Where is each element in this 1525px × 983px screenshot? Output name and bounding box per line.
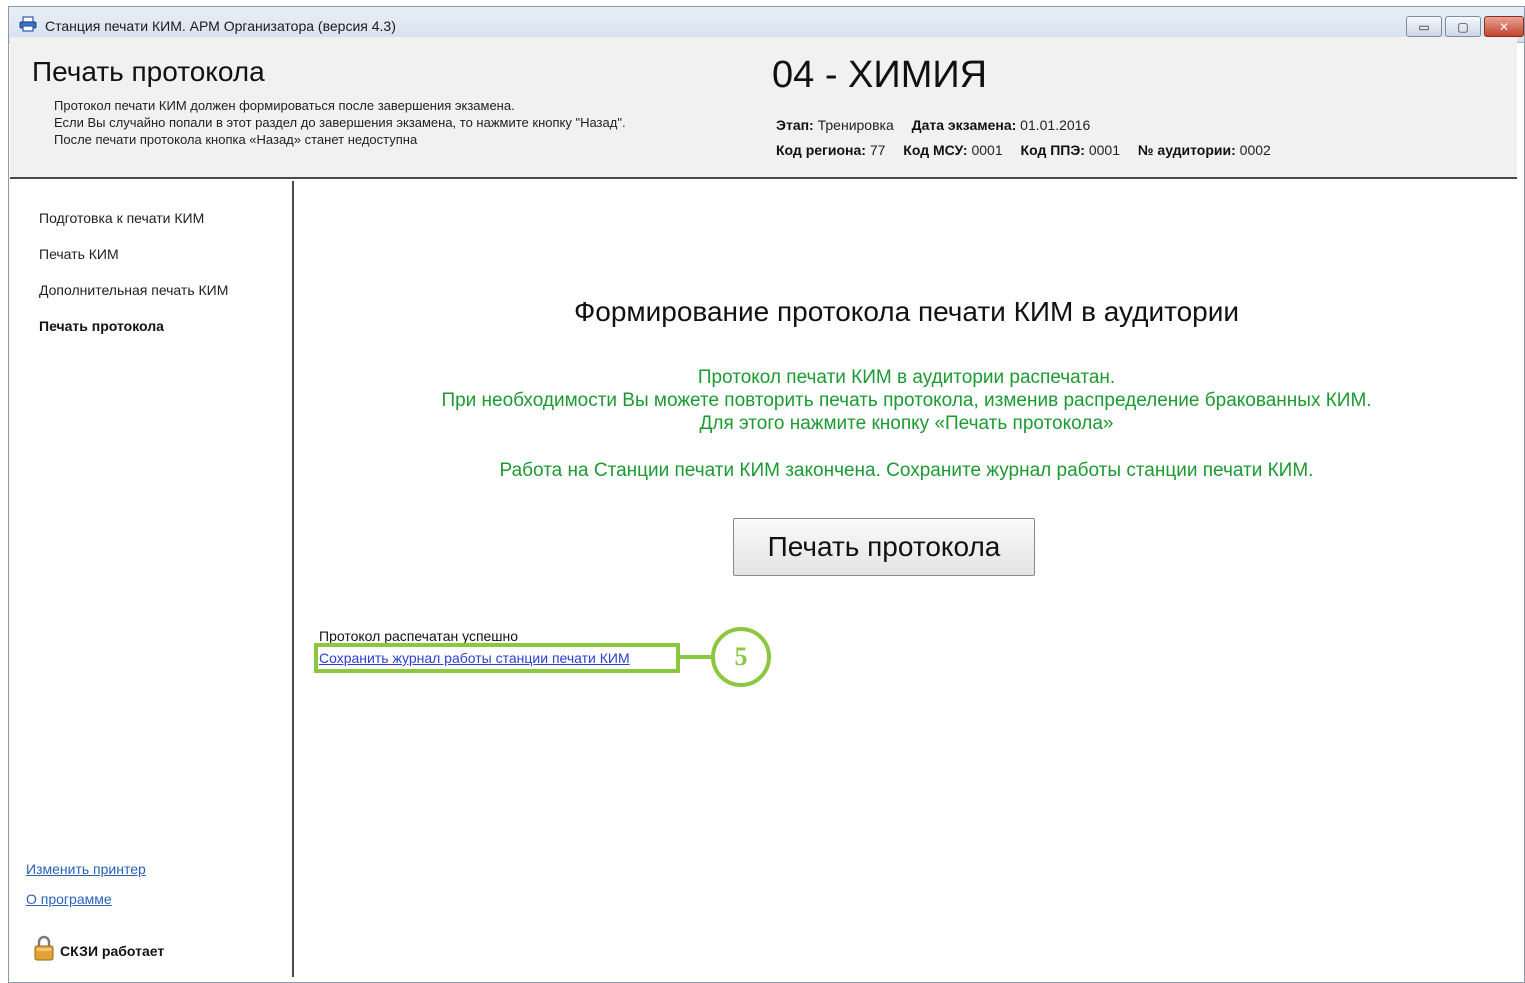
status-message: Протокол печати КИМ в аудитории распечат… [697,367,1116,388]
region-label: Код региона: [776,142,866,158]
ppe-value: 0001 [1088,142,1121,158]
maximize-button[interactable]: ▢ [1445,16,1481,37]
section-heading: Формирование протокола печати КИМ в ауди… [573,296,1240,327]
lock-icon [34,935,54,961]
exam-date-value: 01.01.2016 [1020,117,1091,133]
description-line: После печати протокола кнопка «Назад» ст… [54,132,418,147]
page-title: Печать протокола [32,56,265,87]
callout-marker: 5 [711,627,771,687]
page-header: Печать протокола Протокол печати КИМ дол… [10,37,1517,179]
region-value: 77 [869,142,886,158]
sidebar-item-print-protocol[interactable]: Печать протокола [39,318,164,334]
description-line: Если Вы случайно попали в этот раздел до… [54,115,626,130]
sidebar-item-additional-print[interactable]: Дополнительная печать КИМ [39,282,228,298]
page-description: Протокол печати КИМ должен формироваться… [54,97,626,148]
sidebar-item-prepare-print[interactable]: Подготовка к печати КИМ [39,210,204,226]
change-printer-link[interactable]: Изменить принтер [26,861,146,877]
skzi-status: СКЗИ работает [60,943,165,959]
description-line: Протокол печати КИМ должен формироваться… [54,98,515,113]
minimize-button[interactable]: ▭ [1406,16,1442,37]
exam-info-row: Этап: Тренировка Дата экзамена: 01.01.20… [776,117,1104,133]
msu-label: Код МСУ: [903,142,968,158]
status-message: При необходимости Вы можете повторить пе… [441,390,1372,411]
close-button[interactable]: ✕ [1484,16,1524,37]
stage-value: Тренировка [817,117,894,133]
main-content: Формирование протокола печати КИМ в ауди… [296,181,1517,977]
stage-label: Этап: [776,117,814,133]
room-label: № аудитории: [1137,142,1236,158]
save-log-link[interactable]: Сохранить журнал работы станции печати К… [319,650,630,666]
status-message: Работа на Станции печати КИМ закончена. … [499,460,1314,481]
exam-date-label: Дата экзамена: [911,117,1017,133]
print-protocol-button[interactable]: Печать протокола [733,518,1035,576]
sidebar: Подготовка к печати КИМ Печать КИМ Допол… [10,181,294,977]
callout-connector [680,655,712,659]
exam-subject: 04 - ХИМИЯ [772,54,988,96]
msu-value: 0001 [971,142,1003,158]
room-value: 0002 [1239,142,1271,158]
sidebar-item-print-kim[interactable]: Печать КИМ [39,246,119,262]
codes-info-row: Код региона: 77 Код МСУ: 0001 Код ППЭ: 0… [776,142,1285,158]
printer-icon [19,16,37,32]
status-message: Для этого нажмите кнопку «Печать протоко… [699,413,1114,434]
ppe-label: Код ППЭ: [1020,142,1085,158]
about-link[interactable]: О программе [26,891,112,907]
window-title: Станция печати КИМ. АРМ Организатора (ве… [45,18,396,34]
print-status-text: Протокол распечатан успешно [319,628,519,644]
